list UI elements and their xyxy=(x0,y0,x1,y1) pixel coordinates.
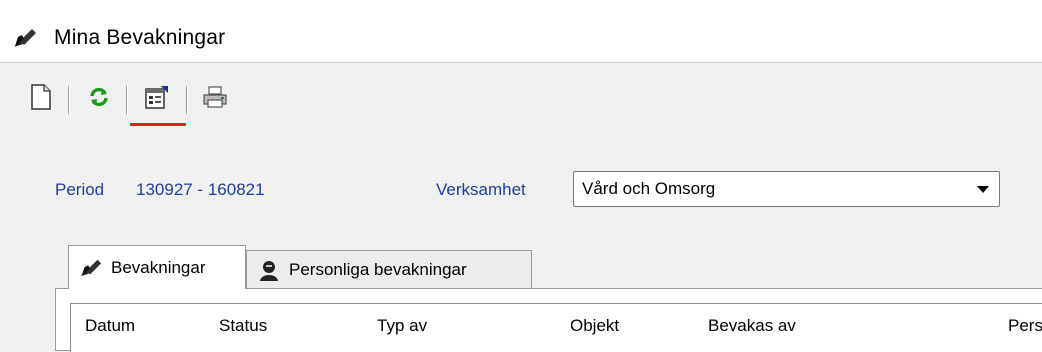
window-title: Mina Bevakningar xyxy=(54,26,226,49)
verksamhet-selected-value: Vård och Omsorg xyxy=(582,179,716,198)
column-header-objekt[interactable]: Objekt xyxy=(570,316,619,336)
hand-pen-icon xyxy=(80,259,102,276)
print-button[interactable] xyxy=(200,82,230,112)
grid-header xyxy=(70,303,1042,352)
new-document-button[interactable] xyxy=(26,82,56,112)
refresh-icon xyxy=(90,87,108,107)
column-header-status[interactable]: Status xyxy=(219,316,267,336)
toolbar-separator xyxy=(186,86,187,114)
period-label: Period xyxy=(55,180,105,199)
tab-bevakningar[interactable]: Bevakningar xyxy=(68,245,246,289)
tab-label: Personliga bevakningar xyxy=(289,259,467,279)
printer-icon xyxy=(203,86,227,108)
hand-pen-icon xyxy=(14,29,36,47)
window-titlebar: Mina Bevakningar xyxy=(0,0,1042,62)
person-icon xyxy=(260,260,278,281)
column-header-bevakas-av[interactable]: Bevakas av xyxy=(708,316,796,336)
chevron-down-icon[interactable] xyxy=(977,186,989,193)
verksamhet-dropdown[interactable]: Vård och Omsorg xyxy=(573,171,1000,207)
column-header-pers[interactable]: Pers xyxy=(1008,316,1042,336)
verksamhet-label: Verksamhet xyxy=(436,180,526,199)
properties-button[interactable] xyxy=(142,82,172,112)
active-tool-indicator xyxy=(130,123,186,126)
toolbar xyxy=(14,70,1042,140)
tab-label: Bevakningar xyxy=(111,257,206,277)
toolbar-separator xyxy=(126,86,127,114)
toolbar-separator xyxy=(68,86,69,114)
column-header-typ-av[interactable]: Typ av xyxy=(377,316,427,336)
bevakningar-grid xyxy=(55,288,1042,352)
page-icon xyxy=(31,84,51,110)
tab-personliga-bevakningar[interactable]: Personliga bevakningar xyxy=(246,250,532,288)
properties-icon xyxy=(145,86,168,109)
refresh-button[interactable] xyxy=(84,82,114,112)
period-value: 130927 - 160821 xyxy=(136,180,265,199)
column-header-datum[interactable]: Datum xyxy=(85,316,135,336)
